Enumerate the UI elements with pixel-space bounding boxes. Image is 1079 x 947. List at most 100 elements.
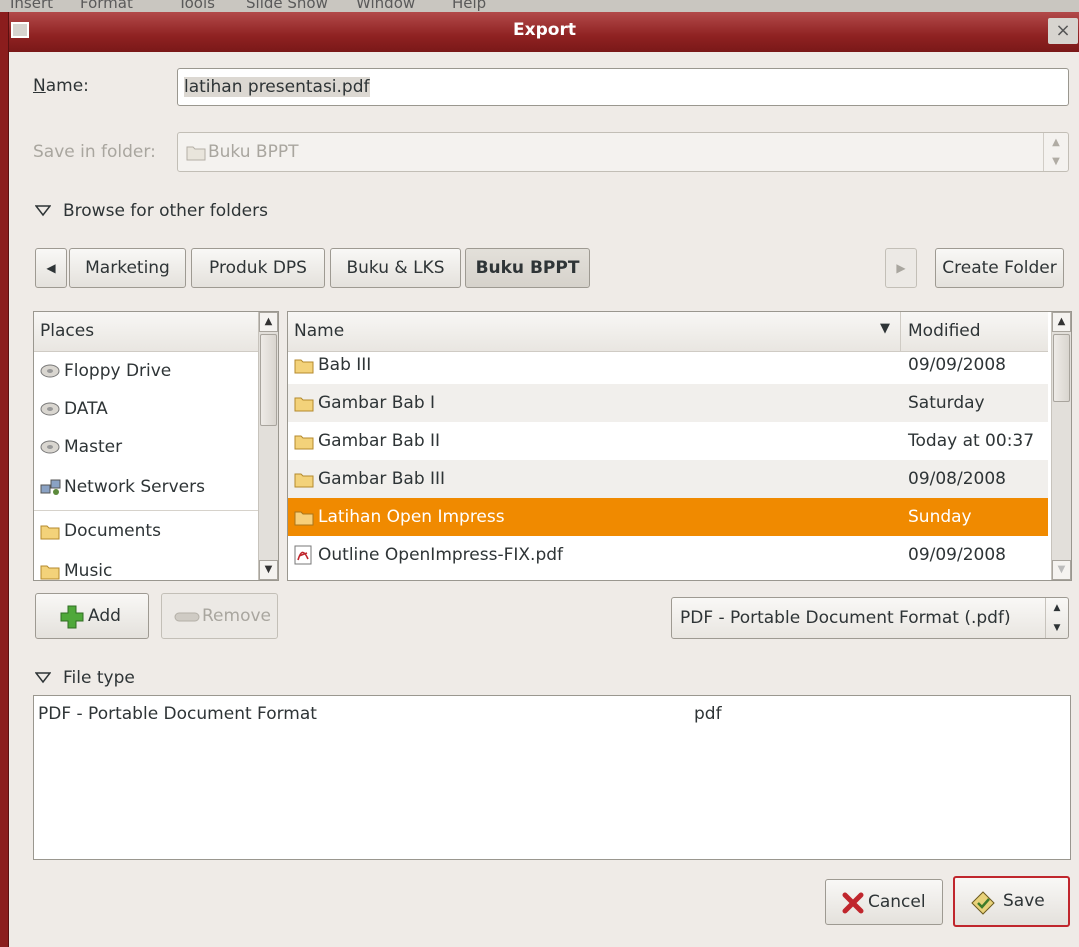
file-type-label: File type [63,668,135,688]
scroll-up-icon[interactable]: ▲ [1052,312,1071,332]
place-item-documents[interactable]: Documents [34,512,258,550]
save-button[interactable]: Save [953,876,1070,927]
save-disk-icon [971,891,995,915]
places-header-label: Places [40,321,95,341]
file-type-list: PDF - Portable Document Format pdf [33,695,1071,860]
save-in-value: Buku BPPT [208,142,299,162]
name-input-value: latihan presentasi.pdf [184,77,370,97]
places-list: Floppy Drive DATA Master Network Servers… [34,352,258,580]
file-row[interactable]: Outline OpenImpress-FIX.pdf 09/09/2008 [288,536,1048,574]
place-label: DATA [64,399,108,419]
file-name: Bab III [318,355,372,375]
path-crumb-buku-lks[interactable]: Buku & LKS [330,248,461,288]
file-type-ext: pdf [694,704,722,724]
scroll-down-icon[interactable]: ▼ [259,560,278,580]
places-scrollbar[interactable]: ▲ ▼ [258,312,278,580]
add-label: Add [88,606,121,626]
folder-icon [294,359,314,374]
files-scroll-thumb[interactable] [1053,334,1070,402]
add-button[interactable]: Add [35,593,149,639]
close-button[interactable]: × [1048,18,1078,44]
file-modified: 09/08/2008 [908,469,1006,489]
scroll-up-icon[interactable]: ▲ [259,312,278,332]
files-scrollbar[interactable]: ▲ ▼ [1051,312,1071,580]
file-row[interactable]: Gambar Bab I Saturday [288,384,1048,422]
file-name: Gambar Bab I [318,393,436,413]
background-menubar: Insert Format Tools Slide Show Window He… [0,0,1079,12]
file-filter-combo[interactable]: PDF - Portable Document Format (.pdf) ▲ ▼ [671,597,1069,639]
folder-icon [186,146,206,161]
places-header[interactable]: Places [34,312,258,352]
file-name: Latihan Open Impress [318,507,505,527]
path-left-arrow[interactable]: ◀ [35,248,67,288]
bg-menu-insert: Insert [10,0,54,12]
save-label: Save [1003,891,1045,911]
place-label: Network Servers [64,477,205,497]
scroll-down-icon[interactable]: ▼ [1052,560,1071,580]
file-modified: Today at 00:37 [908,431,1035,451]
plus-icon [60,605,84,629]
file-filter-value: PDF - Portable Document Format (.pdf) [680,608,1011,628]
folder-icon [40,525,60,540]
bg-menu-window: Window [356,0,416,12]
places-scroll-thumb[interactable] [260,334,277,426]
bg-menu-format: Format [80,0,133,12]
sort-down-icon: ▼ [880,321,890,336]
network-icon [40,479,61,495]
files-panel: Name ▼ Modified Bab III 09/09/2008 Gamba… [287,311,1072,581]
name-label-text: ame: [45,76,89,96]
file-name: Outline OpenImpress-FIX.pdf [318,545,564,565]
column-modified-label: Modified [908,321,981,341]
browse-label: Browse for other folders [63,201,268,221]
file-row[interactable]: Bab III 09/09/2008 [288,346,1048,384]
window-title: Export [513,20,576,40]
column-name-label: Name [294,321,345,341]
bg-menu-slideshow: Slide Show [246,0,328,12]
place-label: Master [64,437,123,457]
path-crumb-marketing[interactable]: Marketing [69,248,186,288]
expander-triangle-icon [35,672,51,684]
folder-icon [294,511,314,526]
path-right-arrow[interactable]: ▶ [885,248,917,288]
file-modified: Sunday [908,507,972,527]
name-input[interactable]: latihan presentasi.pdf [177,68,1069,106]
file-type-row[interactable]: PDF - Portable Document Format pdf [34,704,1070,734]
bg-menu-tools: Tools [178,0,215,12]
file-modified: 09/09/2008 [908,545,1006,565]
places-panel: Places Floppy Drive DATA Master Network … [33,311,279,581]
place-item-floppy-drive[interactable]: Floppy Drive [34,352,258,390]
remove-button[interactable]: Remove [161,593,278,639]
pdf-icon [294,545,312,565]
path-crumb-buku-bppt[interactable]: Buku BPPT [465,248,590,288]
titlebar: Export × [9,12,1079,52]
place-label: Floppy Drive [64,361,172,381]
file-row-selected[interactable]: Latihan Open Impress Sunday [288,498,1048,536]
folder-icon [294,397,314,412]
place-item-network-servers[interactable]: Network Servers [34,468,258,506]
file-modified: 09/09/2008 [908,355,1006,375]
folder-icon [294,435,314,450]
folder-icon [40,565,60,580]
file-type-expander[interactable]: File type [35,668,135,688]
export-dialog: Export × Name: latihan presentasi.pdf Sa… [8,12,1079,947]
file-type-name: PDF - Portable Document Format [38,704,317,724]
create-folder-button[interactable]: Create Folder [935,248,1064,288]
place-item-music[interactable]: Music [34,552,258,580]
cancel-label: Cancel [868,892,926,912]
name-label: Name: [33,76,89,96]
remove-label: Remove [202,606,271,626]
file-name: Gambar Bab II [318,431,441,451]
save-in-combo[interactable]: Buku BPPT ▲ ▼ [177,132,1069,172]
browse-expander[interactable]: Browse for other folders [35,201,268,221]
combo-arrows-icon: ▲ ▼ [1045,598,1068,638]
cancel-button[interactable]: Cancel [825,879,943,925]
file-modified: Saturday [908,393,985,413]
drive-icon [40,364,60,378]
file-row[interactable]: Gambar Bab III 09/08/2008 [288,460,1048,498]
place-item-data[interactable]: DATA [34,390,258,428]
path-crumb-produk-dps[interactable]: Produk DPS [191,248,325,288]
place-label: Documents [64,521,161,541]
bg-menu-help: Help [452,0,487,12]
file-row[interactable]: Gambar Bab II Today at 00:37 [288,422,1048,460]
place-item-master[interactable]: Master [34,428,258,466]
